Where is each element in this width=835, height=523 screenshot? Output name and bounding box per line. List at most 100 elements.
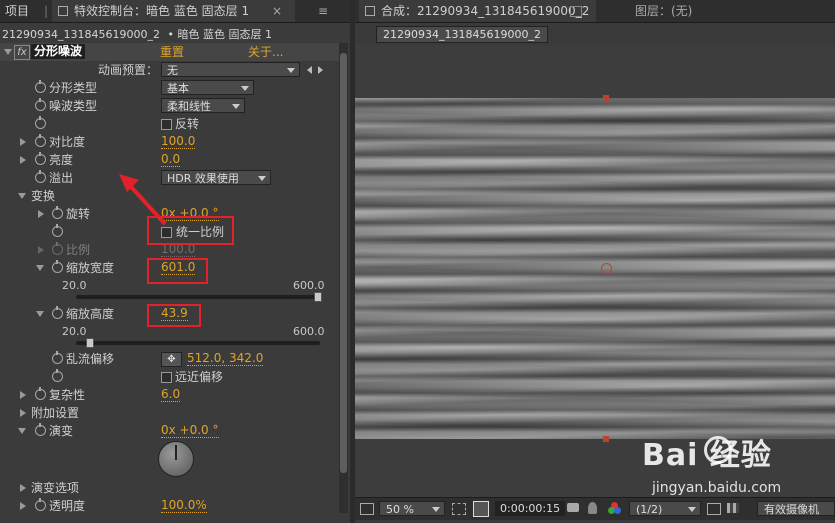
brightness-value[interactable]: 0.0 (161, 152, 181, 167)
opacity-label: 透明度 (49, 499, 86, 513)
anchor-point-icon[interactable] (601, 263, 612, 274)
scale-height-max: 600.0 (293, 325, 325, 338)
brightness-label: 亮度 (49, 153, 74, 167)
collapse-icon[interactable] (36, 311, 44, 317)
overflow-label: 溢出 (49, 171, 74, 185)
perspective-offset-row: 远近偏移 (0, 368, 348, 386)
lock-icon[interactable] (58, 6, 68, 16)
about-link[interactable]: 关于... (248, 43, 283, 61)
timecode[interactable]: 0:00:00:15 (495, 501, 566, 516)
stopwatch-icon[interactable] (35, 80, 46, 93)
camera-dropdown[interactable]: 有效摄像机 (757, 501, 835, 516)
preset-prev-icon[interactable] (307, 66, 312, 74)
scale-height-slider[interactable] (76, 338, 320, 348)
stopwatch-icon[interactable] (35, 134, 46, 147)
expand-icon[interactable] (38, 210, 44, 218)
comp-dropdown-icon[interactable] (570, 6, 582, 17)
fractal-type-dropdown[interactable]: 基本 (161, 80, 254, 95)
scale-height-slider-thumb[interactable] (86, 338, 94, 348)
perspective-offset-label: 远近偏移 (175, 370, 224, 384)
stopwatch-icon[interactable] (52, 260, 63, 273)
reset-link[interactable]: 重置 (160, 43, 184, 61)
expand-effect-icon[interactable] (4, 49, 12, 55)
opacity-value[interactable]: 100.0% (161, 498, 207, 513)
stopwatch-icon[interactable] (35, 98, 46, 111)
handle-bottom-icon[interactable] (603, 436, 609, 442)
contrast-value[interactable]: 100.0 (161, 134, 196, 149)
safe-zones-icon[interactable] (473, 501, 489, 517)
sub-settings-label: 附加设置 (31, 406, 80, 420)
scale-width-slider-thumb[interactable] (314, 292, 322, 302)
collapse-icon[interactable] (18, 428, 26, 434)
handle-top-icon[interactable] (603, 95, 609, 101)
panel-menu-icon[interactable]: ≡ (318, 0, 328, 22)
collapse-icon[interactable] (18, 193, 26, 199)
expand-icon[interactable] (20, 391, 26, 399)
stopwatch-icon[interactable] (35, 498, 46, 511)
scale-height-min: 20.0 (62, 325, 87, 338)
stopwatch-icon[interactable] (52, 351, 63, 364)
preset-next-icon[interactable] (318, 66, 323, 74)
comp-name: 21290934_131845619000_2 (2, 28, 160, 41)
expand-icon[interactable] (20, 502, 26, 510)
turb-offset-value[interactable]: 512.0, 342.0 (187, 351, 264, 366)
expand-icon[interactable] (20, 138, 26, 146)
evolution-dial[interactable] (158, 441, 194, 477)
scale-width-min: 20.0 (62, 279, 87, 292)
tab-composition[interactable]: 合成：21290934_131845619000_2 (359, 0, 596, 22)
noise-type-dropdown[interactable]: 柔和线性 (161, 98, 245, 113)
zoom-dropdown[interactable]: 50 % (379, 501, 445, 516)
complexity-value[interactable]: 6.0 (161, 387, 181, 402)
scrollbar-thumb[interactable] (340, 53, 347, 473)
stopwatch-icon[interactable] (35, 116, 46, 129)
perspective-offset-checkbox[interactable] (161, 372, 172, 383)
crosshair-button-icon[interactable]: ✥ (161, 352, 182, 367)
camera-snapshot-icon[interactable] (567, 503, 579, 512)
invert-checkbox[interactable] (161, 119, 172, 130)
layer-path: 21290934_131845619000_2 • 暗色 蓝色 固态层 1 (2, 26, 272, 42)
effect-header-row: fx 分形噪波 重置 关于... (0, 43, 348, 61)
stopwatch-icon[interactable] (35, 170, 46, 183)
comp-chip[interactable]: 21290934_131845619000_2 (376, 26, 548, 43)
viewer-area[interactable] (355, 45, 835, 497)
stopwatch-icon[interactable] (35, 387, 46, 400)
annotation-box-scale-width (147, 258, 208, 284)
stopwatch-icon[interactable] (35, 423, 46, 436)
expand-icon[interactable] (20, 409, 26, 417)
fx-icon[interactable]: fx (14, 45, 30, 60)
stopwatch-icon[interactable] (35, 152, 46, 165)
close-icon[interactable]: × (272, 0, 282, 22)
expand-icon (38, 246, 44, 254)
transparency-grid-icon[interactable] (727, 503, 739, 513)
stopwatch-icon[interactable] (52, 206, 63, 219)
expand-icon[interactable] (20, 156, 26, 164)
tab-composition-label: 合成：21290934_131845619000_2 (381, 4, 590, 18)
evolution-row: 演变 0x +0.0 ° (0, 422, 348, 440)
complexity-label: 复杂性 (49, 388, 86, 402)
stopwatch-icon[interactable] (52, 306, 63, 319)
tab-layer[interactable]: 图层：(无) (635, 0, 692, 22)
effect-name[interactable]: 分形噪波 (31, 44, 86, 59)
collapse-icon[interactable] (36, 265, 44, 271)
turb-offset-row: 乱流偏移 ✥ 512.0, 342.0 (0, 350, 348, 368)
fast-previews-icon[interactable] (707, 503, 721, 515)
expand-icon[interactable] (20, 484, 26, 492)
resolution-dropdown[interactable]: (1/2) (629, 501, 701, 516)
panel-scrollbar[interactable] (339, 43, 348, 513)
stopwatch-icon[interactable] (52, 224, 63, 237)
region-of-interest-icon[interactable] (360, 503, 374, 515)
left-tab-bar: 项目 | 特效控制台：暗色 蓝色 固态层 1 × ≡ (0, 0, 350, 23)
anim-preset-dropdown[interactable]: 无 (161, 62, 300, 77)
fit-icon[interactable] (452, 503, 466, 515)
color-channels-icon[interactable] (608, 502, 621, 514)
tab-effects-control[interactable]: 特效控制台：暗色 蓝色 固态层 1 (52, 0, 295, 22)
show-snapshot-icon[interactable] (588, 502, 597, 514)
lock-icon[interactable] (365, 6, 375, 16)
evolution-label: 演变 (49, 424, 74, 438)
evolution-value[interactable]: 0x +0.0 ° (161, 423, 219, 438)
overflow-dropdown[interactable]: HDR 效果使用 (161, 170, 271, 185)
stopwatch-icon[interactable] (52, 369, 63, 382)
tab-project[interactable]: 项目 (5, 0, 29, 22)
scale-width-max: 600.0 (293, 279, 325, 292)
scale-width-slider[interactable] (76, 292, 322, 302)
